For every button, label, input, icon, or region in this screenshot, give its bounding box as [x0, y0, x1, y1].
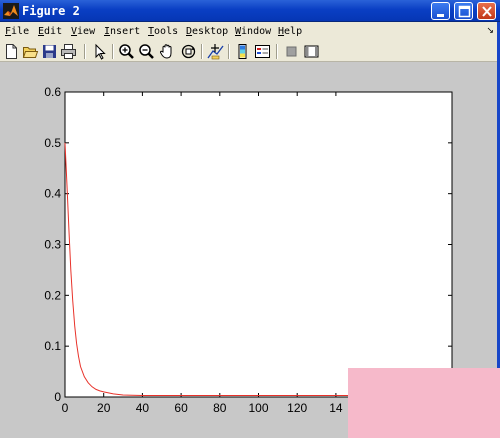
pointer-icon[interactable] — [91, 43, 108, 60]
toolbar-separator — [228, 44, 230, 59]
minimize-icon — [437, 14, 444, 17]
menu-dock-arrow[interactable]: ↘ — [486, 26, 494, 36]
window-title: Figure 2 — [22, 4, 80, 18]
x-tick-label: 40 — [136, 401, 150, 415]
legend-icon[interactable] — [254, 43, 271, 60]
toolbar-separator — [201, 44, 203, 59]
figure-toolbar — [0, 41, 500, 62]
zoom-out-icon[interactable] — [138, 43, 155, 60]
y-tick-label: 0.5 — [44, 136, 61, 150]
plot-area[interactable] — [64, 91, 453, 398]
menu-file[interactable]: File — [5, 25, 29, 38]
close-button[interactable] — [477, 2, 496, 20]
rotate-3d-icon[interactable] — [180, 43, 197, 60]
x-tick-label: 14 — [329, 401, 343, 415]
y-tick-label: 0.1 — [44, 339, 61, 353]
pan-hand-icon[interactable] — [159, 43, 176, 60]
open-folder-icon[interactable] — [22, 43, 39, 60]
print-icon[interactable] — [60, 43, 77, 60]
y-tick-label: 0.4 — [44, 187, 61, 201]
x-tick-label: 0 — [62, 401, 69, 415]
y-tick-label: 0.3 — [44, 238, 61, 252]
data-cursor-icon[interactable] — [207, 43, 224, 60]
toolbar-separator — [276, 44, 278, 59]
y-tick-label: 0 — [54, 390, 61, 404]
menu-desktop[interactable]: Desktop — [186, 25, 228, 38]
matlab-logo-icon[interactable] — [3, 3, 19, 19]
toolbar-separator — [84, 44, 86, 59]
close-icon — [482, 6, 492, 17]
menu-window[interactable]: Window — [235, 25, 271, 38]
minimize-button[interactable] — [431, 2, 450, 20]
title-bar[interactable]: Figure 2 — [0, 0, 500, 22]
menu-insert[interactable]: Insert — [104, 25, 140, 38]
x-tick-label: 60 — [174, 401, 188, 415]
menu-bar: File Edit View Insert Tools Desktop Wind… — [0, 22, 500, 41]
colorbar-icon[interactable] — [234, 43, 251, 60]
x-tick-label: 20 — [97, 401, 111, 415]
new-file-icon[interactable] — [3, 43, 20, 60]
zoom-in-icon[interactable] — [118, 43, 135, 60]
y-tick-label: 0.2 — [44, 288, 61, 302]
save-icon[interactable] — [41, 43, 58, 60]
menu-view[interactable]: View — [71, 25, 95, 38]
watermark-overlay — [348, 368, 500, 438]
maximize-icon — [458, 5, 471, 18]
menu-help[interactable]: Help — [278, 25, 302, 38]
show-plot-tools-icon[interactable] — [303, 43, 320, 60]
menu-edit[interactable]: Edit — [38, 25, 62, 38]
y-tick-label: 0.6 — [44, 85, 61, 99]
x-tick-label: 120 — [287, 401, 307, 415]
x-tick-label: 100 — [248, 401, 268, 415]
toolbar-separator — [112, 44, 114, 59]
maximize-button[interactable] — [454, 2, 473, 20]
hide-plot-tools-icon[interactable] — [283, 43, 300, 60]
menu-tools[interactable]: Tools — [148, 25, 178, 38]
x-tick-label: 80 — [213, 401, 227, 415]
